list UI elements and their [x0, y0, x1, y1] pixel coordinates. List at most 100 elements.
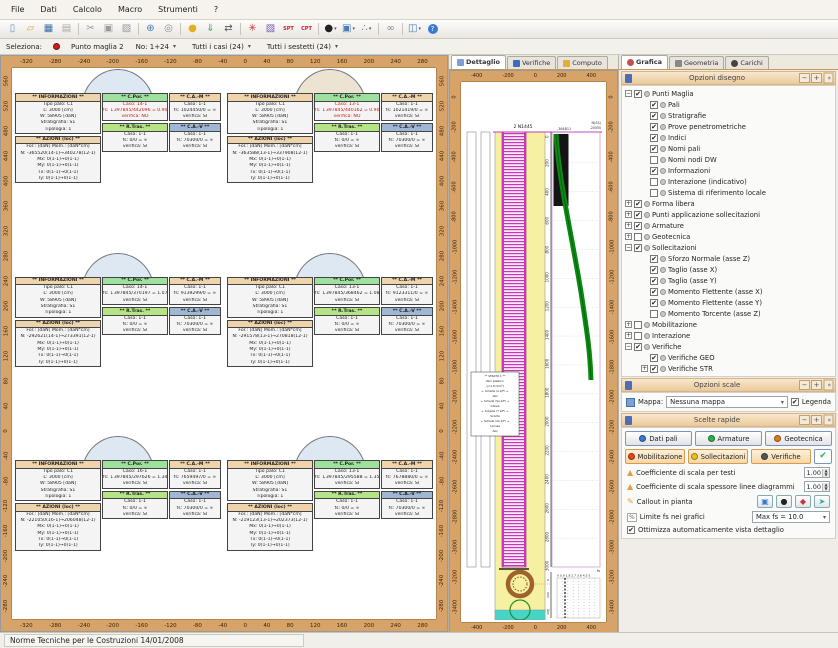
toolbar-button[interactable]: ⇓	[202, 21, 219, 37]
quick-button[interactable]: Verifiche	[751, 449, 811, 464]
tree-item[interactable]: Nomi pali	[625, 143, 835, 154]
callout-style-red-button[interactable]: ◆	[795, 495, 811, 508]
tree-item[interactable]: Forma libera	[625, 198, 835, 209]
tree-expander[interactable]	[625, 244, 632, 251]
toolbar-button[interactable]: ▧	[262, 21, 279, 37]
pile-section-drawing[interactable]: 0200400600800100012001400160018002000220…	[461, 82, 605, 620]
panel-plus-button[interactable]: +	[811, 415, 822, 425]
toolbar-button[interactable]	[400, 22, 405, 36]
tree-expander[interactable]	[625, 90, 632, 97]
sidebar-tab[interactable]: Carichi	[725, 56, 769, 69]
detail-tab[interactable]: Computo	[557, 56, 608, 69]
tree-expander[interactable]	[625, 233, 632, 240]
spinner-arrows[interactable]: ▲▼	[822, 483, 829, 491]
tree-checkbox[interactable]	[650, 112, 658, 120]
tree-checkbox[interactable]	[634, 321, 642, 329]
detail-tab[interactable]: Dettaglio	[451, 55, 506, 69]
sidebar-tab[interactable]: Geometria	[669, 56, 724, 69]
legenda-checkbox[interactable]	[791, 398, 799, 406]
toolbar-button[interactable]: ▯	[4, 21, 21, 37]
menu-item[interactable]: File	[4, 2, 31, 17]
tree-expander[interactable]	[625, 321, 632, 328]
tree-expander[interactable]	[625, 211, 632, 218]
tree-checkbox[interactable]	[634, 211, 642, 219]
toolbar-button[interactable]	[238, 22, 243, 36]
tree-expander[interactable]	[625, 200, 632, 207]
panel-minus-button[interactable]: −	[799, 415, 810, 425]
tree-item[interactable]: Punti applicazione sollecitazioni	[625, 209, 835, 220]
toolbar-button[interactable]: SPT	[280, 21, 297, 37]
tree-checkbox[interactable]	[634, 332, 642, 340]
panel-minus-button[interactable]: −	[799, 380, 810, 390]
toolbar-button[interactable]	[316, 22, 321, 36]
tree-checkbox[interactable]	[650, 255, 658, 263]
tree-item[interactable]: Nomi nodi DW	[625, 154, 835, 165]
quick-button[interactable]: Armature	[695, 431, 762, 446]
tree-checkbox[interactable]	[634, 200, 642, 208]
detail-tab[interactable]: Verifiche	[507, 56, 556, 69]
toolbar-button[interactable]: ∞	[382, 21, 399, 37]
pile-callout[interactable]: N1483 ** INFORMAZIONI ** Tipo palo: C1 L…	[224, 435, 436, 619]
tree-item[interactable]: Taglio (asse X)	[625, 264, 835, 275]
toolbar-button[interactable]: ▨	[118, 21, 135, 37]
toolbar-button[interactable]: ?	[424, 21, 441, 37]
limite-select[interactable]: Max fs = 10.0 ▾	[752, 511, 830, 523]
pile-callout[interactable]: N1445 ** INFORMAZIONI ** Tipo palo: C1 L…	[224, 68, 436, 252]
tree-item[interactable]: Verifiche GEO	[625, 352, 835, 363]
panel-collapse-button[interactable]: «	[824, 73, 834, 84]
tree-item[interactable]: Pali	[625, 99, 835, 110]
tree-item[interactable]: Interazione (indicativo)	[625, 176, 835, 187]
toolbar-button[interactable]	[376, 22, 381, 36]
coeff-linee-spinner[interactable]: 1.00 ▲▼	[804, 481, 830, 492]
tree-checkbox[interactable]	[650, 178, 658, 186]
menu-item[interactable]: Macro	[111, 2, 149, 17]
tree-checkbox[interactable]	[650, 365, 658, 373]
sestetti-combo[interactable]: Tutti i sestetti (24) ▾	[263, 42, 342, 52]
tree-expander[interactable]	[625, 222, 632, 229]
tree-checkbox[interactable]	[650, 156, 658, 164]
panel-plus-button[interactable]: +	[811, 380, 822, 390]
tree-item[interactable]: Geotecnica	[625, 231, 835, 242]
tree-item[interactable]: Indici	[625, 132, 835, 143]
apply-check-button[interactable]: ✔	[814, 449, 832, 464]
plan-canvas[interactable]: N1438 ** INFORMAZIONI ** Tipo palo: C1 L…	[12, 68, 436, 619]
tree-item[interactable]: Verifiche STR	[625, 363, 835, 374]
toolbar-button[interactable]: ◫	[406, 21, 423, 37]
menu-item[interactable]: ?	[207, 2, 225, 17]
menu-item[interactable]: Dati	[33, 2, 63, 17]
toolbar-button[interactable]: ●	[184, 21, 201, 37]
tree-item[interactable]: Armature	[625, 220, 835, 231]
tree-item[interactable]: Prove penetrometriche	[625, 121, 835, 132]
menu-item[interactable]: Calcolo	[66, 2, 109, 17]
tree-checkbox[interactable]	[650, 354, 658, 362]
toolbar-button[interactable]: ∴	[358, 21, 375, 37]
tree-checkbox[interactable]	[650, 266, 658, 274]
tree-item[interactable]: Momento Torcente (asse Z)	[625, 308, 835, 319]
pile-number-combo[interactable]: No: 1+24 ▾	[132, 42, 180, 52]
tree-item[interactable]: Mobilitazione	[625, 319, 835, 330]
tree-checkbox[interactable]	[650, 277, 658, 285]
toolbar-button[interactable]: ✳	[244, 21, 261, 37]
tree-checkbox[interactable]	[650, 145, 658, 153]
pile-callout[interactable]: N1436 ** INFORMAZIONI ** Tipo palo: C1 L…	[12, 252, 224, 436]
toolbar-button[interactable]: ⇄	[220, 21, 237, 37]
tree-item[interactable]: Interazione	[625, 330, 835, 341]
toolbar-button[interactable]: ●	[322, 21, 339, 37]
callout-style-dark-button[interactable]: ●	[776, 495, 792, 508]
toolbar-button[interactable]: ▣	[340, 21, 357, 37]
ottimizza-checkbox[interactable]	[627, 526, 635, 534]
toolbar-button[interactable]: ▦	[40, 21, 57, 37]
toolbar-button[interactable]: ▣	[100, 21, 117, 37]
tree-expander[interactable]	[625, 343, 632, 350]
menu-item[interactable]: Strumenti	[151, 2, 205, 17]
spinner-arrows[interactable]: ▲▼	[822, 469, 829, 477]
toolbar-button[interactable]: ◎	[160, 21, 177, 37]
toolbar-button[interactable]: ▤	[58, 21, 75, 37]
quick-button[interactable]: Sollecitazioni	[688, 449, 748, 464]
toolbar-button[interactable]	[76, 22, 81, 36]
toolbar-button[interactable]	[136, 22, 141, 36]
tree-checkbox[interactable]	[634, 90, 642, 98]
tree-checkbox[interactable]	[634, 343, 642, 351]
tree-item[interactable]: Sforzo Normale (asse Z)	[625, 253, 835, 264]
tree-checkbox[interactable]	[650, 310, 658, 318]
